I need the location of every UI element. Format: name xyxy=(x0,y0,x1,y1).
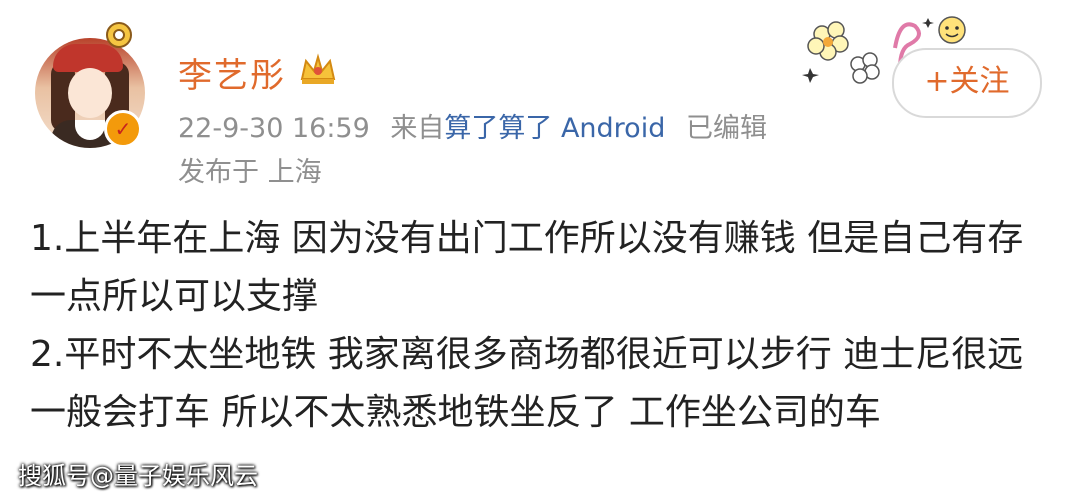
post-header: ✓ 李艺彤 22-9-30 16:59 来自算了算了 Android 已编辑 发… xyxy=(0,0,1078,200)
post-meta: 22-9-30 16:59 来自算了算了 Android 已编辑 xyxy=(178,106,767,145)
post-paragraph-1: 1.上半年在上海 因为没有出门工作所以没有赚钱 但是自己有存一点所以可以支撑 xyxy=(30,218,1024,317)
edited-label: 已编辑 xyxy=(685,113,767,144)
crown-icon xyxy=(300,53,336,84)
avatar-pendant-icon xyxy=(106,22,132,48)
post-location: 发布于 上海 xyxy=(178,157,322,188)
username[interactable]: 李艺彤 xyxy=(178,48,286,97)
watermark: 搜狐号@量子娱乐风云 xyxy=(18,462,258,490)
from-label: 来自 xyxy=(390,113,445,144)
post-body: 1.上半年在上海 因为没有出门工作所以没有赚钱 但是自己有存一点所以可以支撑 2… xyxy=(30,210,1040,442)
post-timestamp: 22-9-30 16:59 xyxy=(178,113,370,144)
source-link[interactable]: 算了算了 Android xyxy=(444,113,665,144)
verified-badge-icon: ✓ xyxy=(104,110,142,148)
follow-button[interactable]: +关注 xyxy=(892,48,1042,118)
avatar-face xyxy=(68,68,112,118)
post-paragraph-2: 2.平时不太坐地铁 我家离很多商场都很近可以步行 迪士尼很远一般会打车 所以不太… xyxy=(30,334,1024,433)
